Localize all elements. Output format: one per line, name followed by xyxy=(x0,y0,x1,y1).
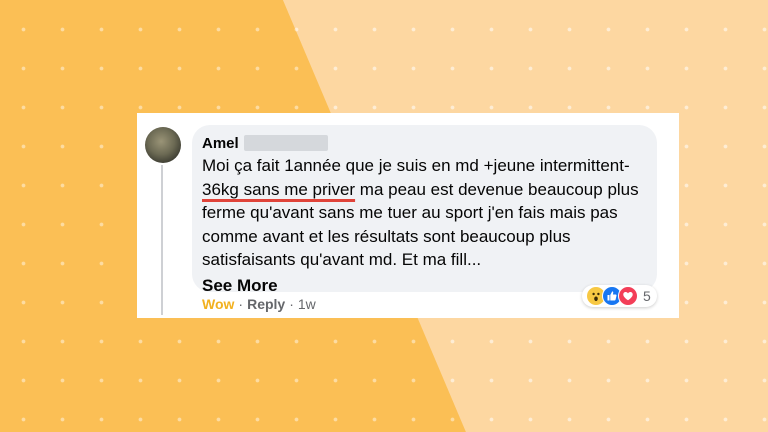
comment-card: Amel Moi ça fait 1année que je suis en m… xyxy=(137,113,679,318)
reply-button[interactable]: Reply xyxy=(247,296,285,312)
love-icon xyxy=(618,286,638,306)
timestamp[interactable]: 1w xyxy=(298,296,316,312)
comment-actions: Wow · Reply · 1w xyxy=(202,296,316,312)
reactions-summary[interactable]: 5 xyxy=(582,285,657,307)
comment-bubble: Amel Moi ça fait 1année que je suis en m… xyxy=(192,125,657,295)
thread-line xyxy=(161,165,163,315)
reaction-count: 5 xyxy=(643,288,651,304)
comment-text-start: Moi ça fait 1année que je suis en md +je… xyxy=(202,156,630,175)
avatar[interactable] xyxy=(145,127,181,163)
separator: · xyxy=(289,296,294,312)
redacted-surname xyxy=(244,135,328,151)
see-more-link[interactable]: See More xyxy=(202,276,278,296)
wow-reaction-button[interactable]: Wow xyxy=(202,296,234,312)
separator: · xyxy=(238,296,244,312)
comment-text: Moi ça fait 1année que je suis en md +je… xyxy=(202,154,654,272)
highlighted-phrase: 36kg sans me priver xyxy=(202,179,356,199)
author-name[interactable]: Amel xyxy=(202,135,239,152)
